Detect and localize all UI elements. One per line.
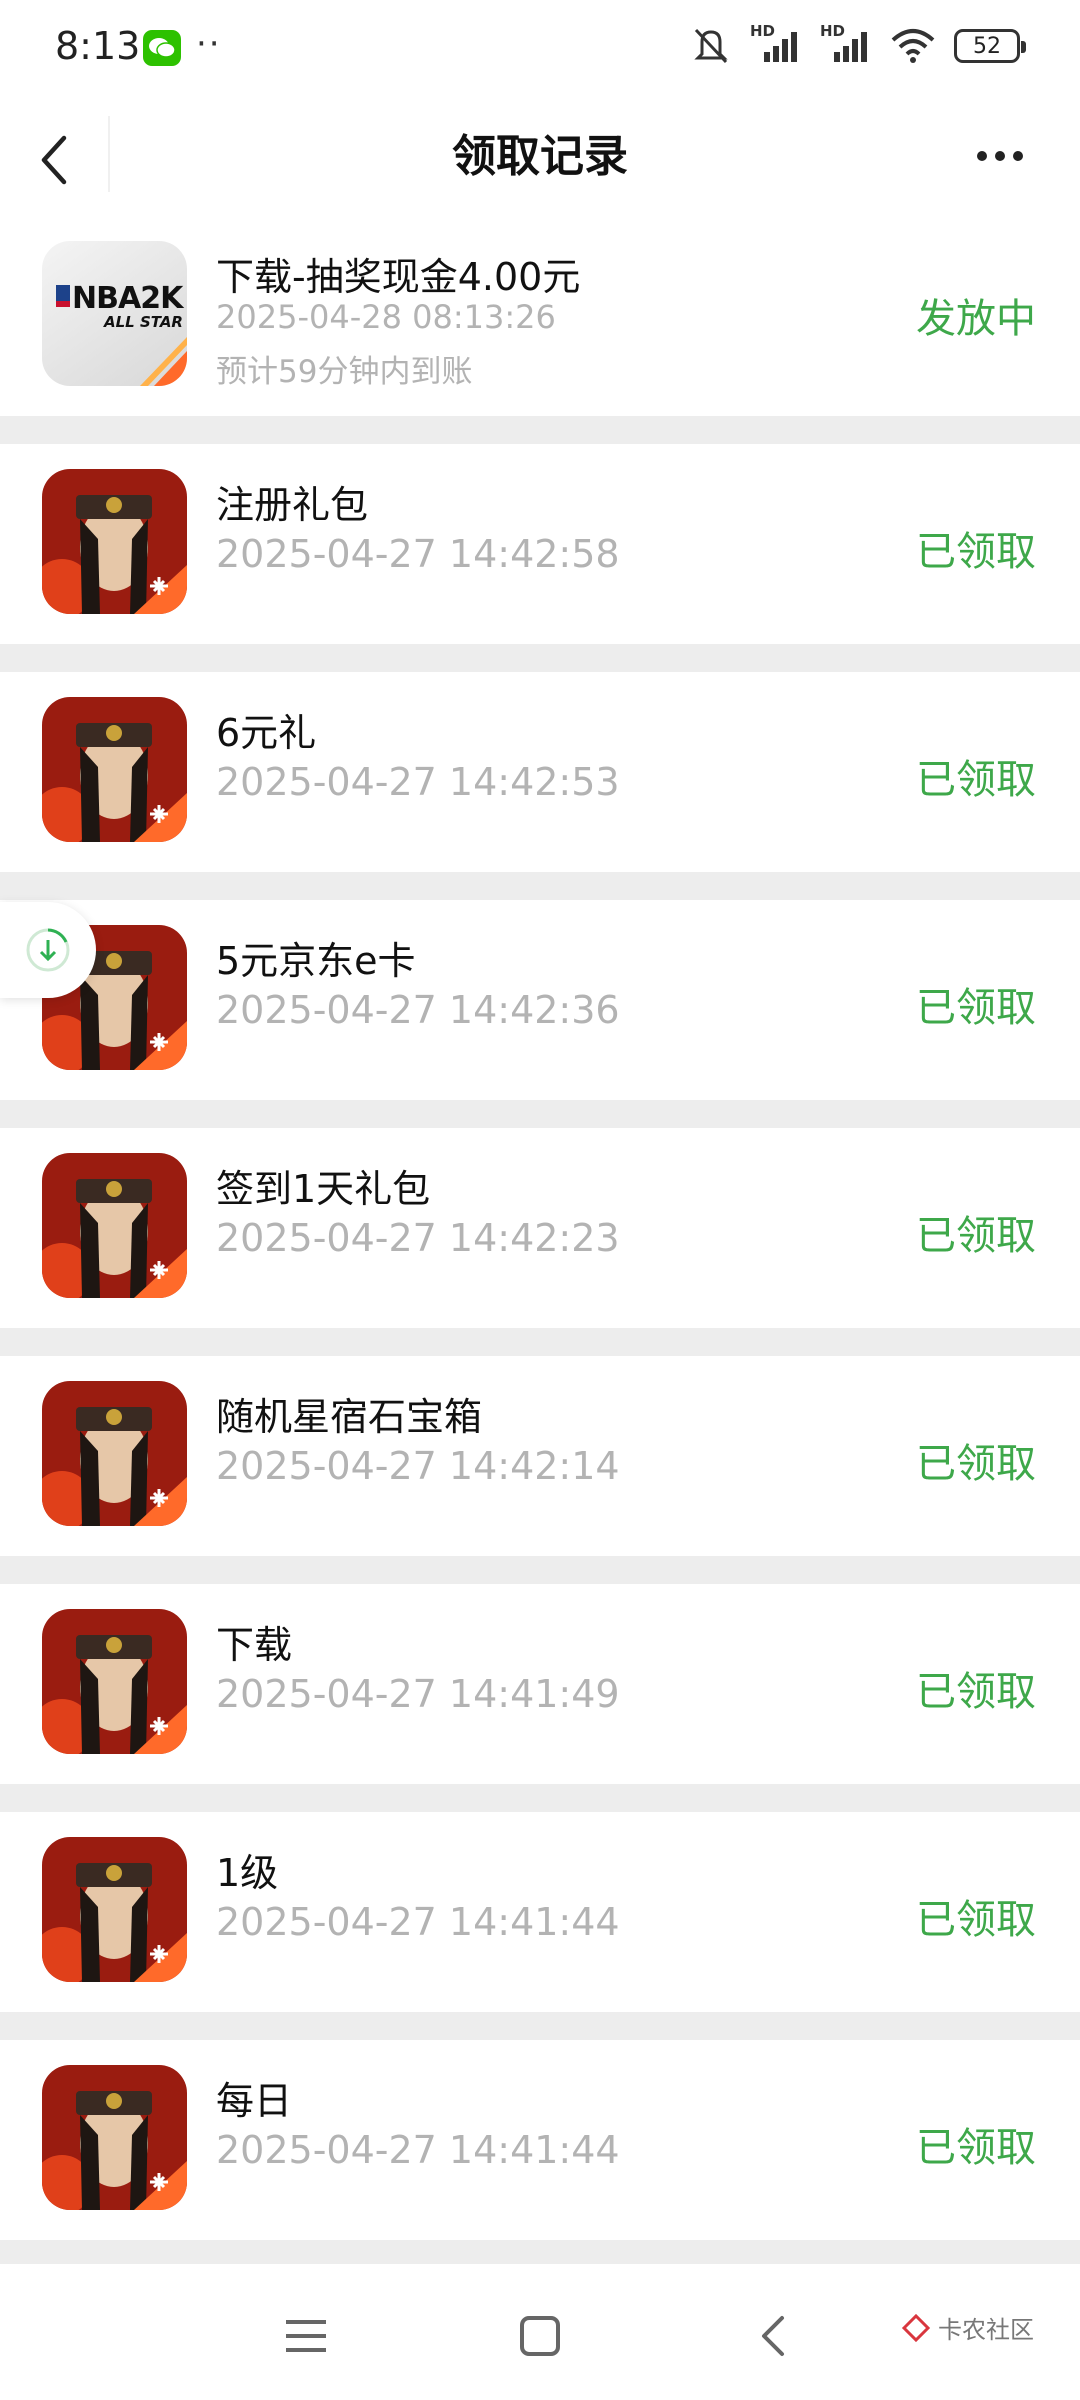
record-title: 签到1天礼包 <box>216 1167 431 1211</box>
record-note: 预计59分钟内到账 <box>216 354 473 390</box>
signal-icon-1: HD <box>750 22 802 66</box>
status-indicators: HD HD 52 <box>690 22 1026 66</box>
status-badge: 已领取 <box>916 757 1036 803</box>
battery-level: 52 <box>973 33 1001 59</box>
status-badge: 已领取 <box>916 1669 1036 1715</box>
record-time: 2025-04-27 14:42:58 <box>216 532 620 576</box>
game-hero-icon <box>42 697 187 842</box>
game-hero-icon <box>42 1609 187 1754</box>
record-time: 2025-04-28 08:13:26 <box>216 298 556 336</box>
status-more-dots: ·· <box>196 24 222 64</box>
menu-nav-icon[interactable] <box>276 2306 336 2366</box>
watermark-logo-icon <box>901 2313 931 2342</box>
status-badge: 已领取 <box>916 1213 1036 1259</box>
status-time: 8:13 <box>55 24 141 68</box>
status-badge: 已领取 <box>916 985 1036 1031</box>
game-hero-icon <box>42 469 187 614</box>
record-title: 5元京东e卡 <box>216 939 416 983</box>
more-dots-icon <box>977 151 1023 161</box>
record-title: 每日 <box>216 2079 293 2123</box>
battery-indicator: 52 <box>954 29 1026 63</box>
record-time: 2025-04-27 14:42:23 <box>216 1216 620 1260</box>
record-title: 随机星宿石宝箱 <box>216 1395 483 1439</box>
watermark: 卡农社区 <box>900 2310 1034 2345</box>
record-time: 2025-04-27 14:41:49 <box>216 1672 620 1716</box>
status-bar: 8:13 ·· HD HD 52 <box>0 0 1080 96</box>
wechat-notification-icon <box>143 30 181 66</box>
mute-bell-icon <box>694 28 728 64</box>
record-item[interactable]: 每日 2025-04-27 14:41:44 已领取 <box>0 2040 1080 2240</box>
game-hero-icon <box>42 2065 187 2210</box>
more-button[interactable] <box>960 126 1040 186</box>
status-badge: 已领取 <box>916 2125 1036 2171</box>
record-time: 2025-04-27 14:41:44 <box>216 1900 620 1944</box>
status-badge: 已领取 <box>916 1441 1036 1487</box>
record-title: 注册礼包 <box>216 483 369 527</box>
back-nav-icon[interactable] <box>744 2306 804 2366</box>
record-item[interactable]: 5元京东e卡 2025-04-27 14:42:36 已领取 <box>0 900 1080 1100</box>
record-item[interactable]: 随机星宿石宝箱 2025-04-27 14:42:14 已领取 <box>0 1356 1080 1556</box>
game-hero-icon <box>42 1381 187 1526</box>
record-title: 6元礼 <box>216 711 317 755</box>
download-progress-icon <box>26 928 70 972</box>
game-hero-icon <box>42 1837 187 1982</box>
record-title: 1级 <box>216 1851 279 1895</box>
status-badge: 已领取 <box>916 1897 1036 1943</box>
home-nav-icon[interactable] <box>510 2306 570 2366</box>
floating-download-button[interactable] <box>0 902 96 998</box>
record-item[interactable]: 下载 2025-04-27 14:41:49 已领取 <box>0 1584 1080 1784</box>
status-badge: 已领取 <box>916 529 1036 575</box>
nav-bar: 领取记录 <box>0 96 1080 216</box>
record-time: 2025-04-27 14:42:14 <box>216 1444 620 1488</box>
record-time: 2025-04-27 14:41:44 <box>216 2128 620 2172</box>
record-title: 下载-抽奖现金4.00元 <box>216 255 581 299</box>
wifi-icon <box>891 29 935 63</box>
watermark-text: 卡农社区 <box>938 2316 1034 2344</box>
nba-logo-sub: ALL STAR <box>104 313 183 331</box>
record-time: 2025-04-27 14:42:53 <box>216 760 620 804</box>
status-badge: 发放中 <box>916 296 1036 342</box>
page-title: 领取记录 <box>452 131 628 182</box>
game-hero-icon <box>42 1153 187 1298</box>
record-item[interactable]: NBA2K ALL STAR 下载-抽奖现金4.00元 2025-04-28 0… <box>0 216 1080 416</box>
record-title: 下载 <box>216 1623 293 1667</box>
record-item[interactable]: 6元礼 2025-04-27 14:42:53 已领取 <box>0 672 1080 872</box>
record-item[interactable]: 1级 2025-04-27 14:41:44 已领取 <box>0 1812 1080 2012</box>
nba-logo-text: NBA2K <box>72 281 183 316</box>
signal-icon-2: HD <box>820 22 872 66</box>
record-item[interactable]: 签到1天礼包 2025-04-27 14:42:23 已领取 <box>0 1128 1080 1328</box>
record-item[interactable]: 注册礼包 2025-04-27 14:42:58 已领取 <box>0 444 1080 644</box>
record-time: 2025-04-27 14:42:36 <box>216 988 620 1032</box>
nba2k-allstar-icon: NBA2K ALL STAR <box>42 241 187 386</box>
